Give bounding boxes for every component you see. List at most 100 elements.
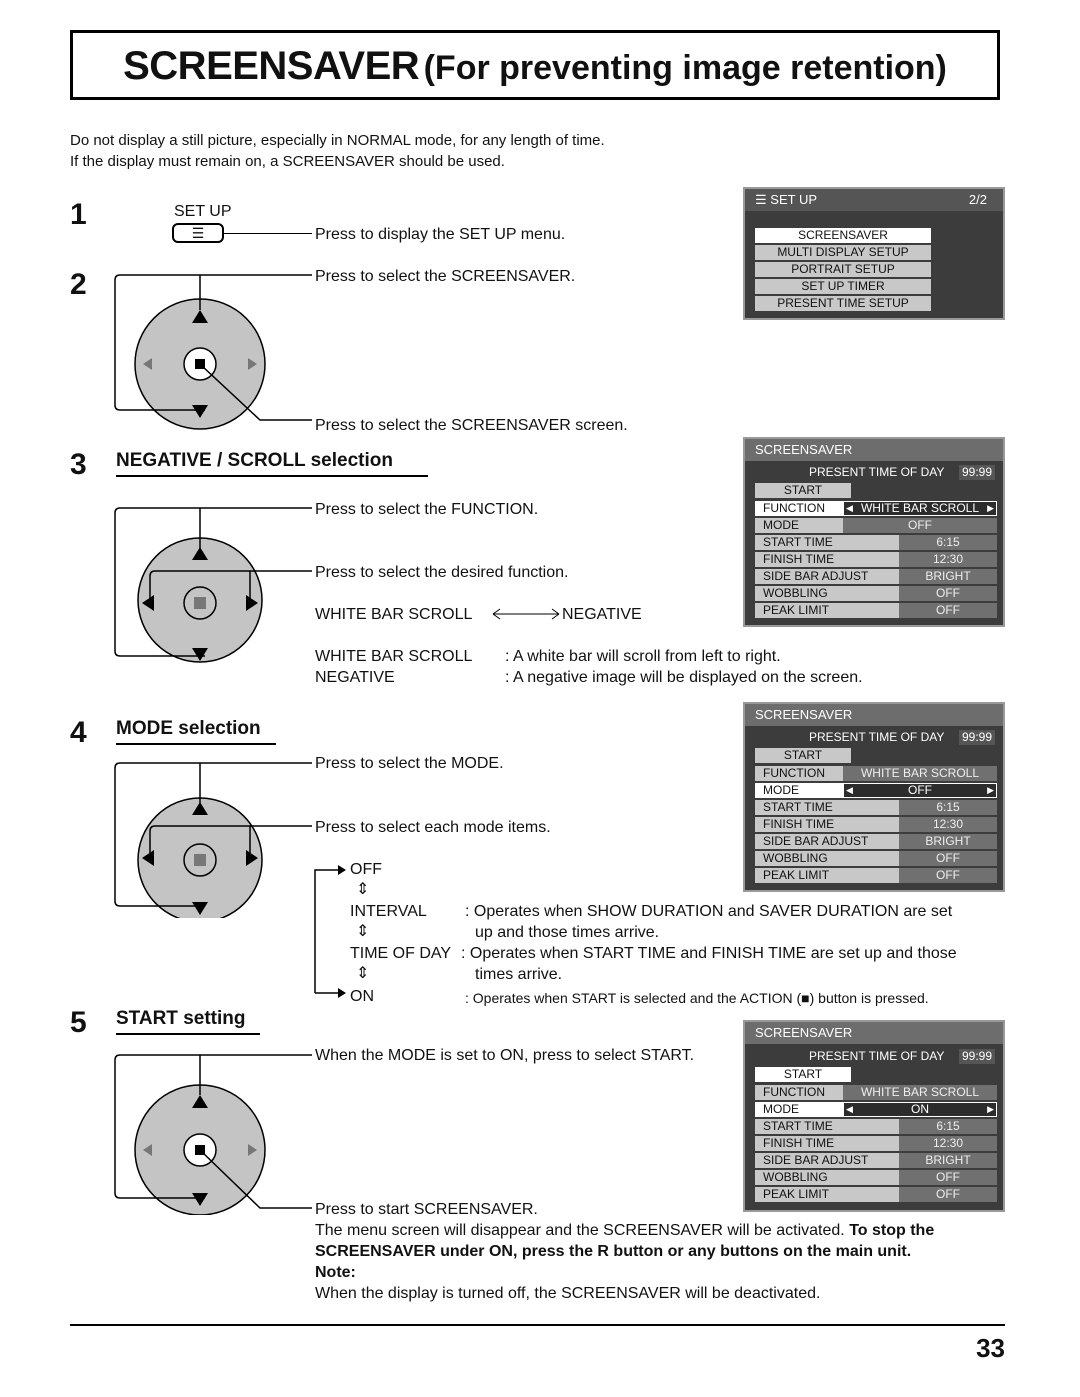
setup-menu-item[interactable]: SET UP TIMER: [755, 279, 931, 294]
row-label[interactable]: PEAK LIMIT: [755, 1187, 899, 1202]
mode-cycle-arrows: [314, 865, 346, 998]
start-button[interactable]: START: [755, 1067, 851, 1082]
row-value[interactable]: 6:15: [899, 535, 997, 550]
mode-value[interactable]: ◀ ON ▶: [843, 1102, 997, 1117]
row-value[interactable]: BRIGHT: [899, 569, 997, 584]
start-button[interactable]: START: [755, 748, 851, 763]
mode-value-text: ON: [911, 1102, 929, 1116]
mode-label[interactable]: MODE: [755, 783, 843, 798]
mode-value-text: OFF: [908, 783, 932, 797]
left-arrow-icon: ◀: [846, 1104, 853, 1114]
def-desc: : A negative image will be displayed on …: [505, 669, 863, 686]
row-label[interactable]: START TIME: [755, 535, 899, 550]
function-label[interactable]: FUNCTION: [755, 766, 843, 781]
mode-option: TIME OF DAY: [350, 945, 452, 962]
toggle-right-label: NEGATIVE: [562, 606, 642, 623]
function-value-text: WHITE BAR SCROLL: [860, 501, 980, 515]
page-number: 33: [976, 1333, 1005, 1363]
row-value[interactable]: BRIGHT: [899, 834, 997, 849]
mode-desc: : Operates when SHOW DURATION and SAVER …: [465, 903, 953, 920]
row-label[interactable]: START TIME: [755, 800, 899, 815]
activated-text: The menu screen will disappear and the S…: [315, 1222, 845, 1239]
remote-dpad-step5: [114, 1054, 312, 1215]
mode-option: INTERVAL: [350, 903, 427, 920]
row-label[interactable]: FINISH TIME: [755, 817, 899, 832]
row-label[interactable]: PEAK LIMIT: [755, 868, 899, 883]
def-desc: : A white bar will scroll from left to r…: [505, 648, 781, 665]
start-button[interactable]: START: [755, 483, 851, 498]
function-label[interactable]: FUNCTION: [755, 501, 843, 516]
row-label[interactable]: PEAK LIMIT: [755, 603, 899, 618]
row-value[interactable]: OFF: [899, 851, 997, 866]
step4-mode-text: Press to select the MODE.: [315, 755, 504, 772]
row-value[interactable]: 6:15: [899, 1119, 997, 1134]
setup-menu-item[interactable]: PORTRAIT SETUP: [755, 262, 931, 277]
footer-rule: [70, 1324, 1005, 1326]
present-time-value: 99:99: [959, 465, 995, 480]
mode-option: ON: [350, 988, 374, 1005]
step2-select-text: Press to select the SCREENSAVER.: [315, 268, 576, 285]
row-label[interactable]: FINISH TIME: [755, 1136, 899, 1151]
mode-label[interactable]: MODE: [755, 518, 843, 533]
stop-instruction-2: SCREENSAVER under ON, press the R button…: [315, 1243, 912, 1260]
row-value[interactable]: OFF: [899, 868, 997, 883]
right-arrow-icon: ▶: [987, 1104, 994, 1114]
row-value[interactable]: OFF: [899, 1170, 997, 1185]
right-arrow-icon: [338, 865, 346, 875]
setup-menu-item[interactable]: SCREENSAVER: [755, 228, 931, 243]
step-number-2: 2: [70, 268, 87, 301]
panel-header: SCREENSAVER: [745, 439, 1003, 461]
function-value[interactable]: ◀ WHITE BAR SCROLL ▶: [843, 501, 997, 516]
row-label[interactable]: FINISH TIME: [755, 552, 899, 567]
row-value[interactable]: 12:30: [899, 552, 997, 567]
row-value[interactable]: 6:15: [899, 800, 997, 815]
intro-line-1: Do not display a still picture, especial…: [70, 132, 605, 149]
setup-menu-item[interactable]: MULTI DISPLAY SETUP: [755, 245, 931, 260]
step5-select-text: When the MODE is set to ON, press to sel…: [315, 1047, 695, 1064]
function-value[interactable]: WHITE BAR SCROLL: [843, 766, 997, 781]
present-time-value: 99:99: [959, 730, 995, 745]
row-label[interactable]: WOBBLING: [755, 1170, 899, 1185]
left-arrow-icon: ◀: [846, 503, 853, 513]
step-number-4: 4: [70, 716, 87, 749]
screensaver-panel-function: SCREENSAVER PRESENT TIME OF DAY 99:99 ST…: [743, 437, 1005, 627]
note-text: When the display is turned off, the SCRE…: [315, 1285, 821, 1302]
row-value[interactable]: 12:30: [899, 817, 997, 832]
row-label[interactable]: SIDE BAR ADJUST: [755, 834, 899, 849]
setup-menu-item[interactable]: PRESENT TIME SETUP: [755, 296, 931, 311]
intro-line-2: If the display must remain on, a SCREENS…: [70, 153, 505, 170]
menu-list-icon: ☰: [191, 225, 205, 241]
function-value[interactable]: WHITE BAR SCROLL: [843, 1085, 997, 1100]
setup-menu-title: SET UP: [770, 192, 817, 207]
action-square-icon: [194, 854, 206, 866]
step5-activated-line: The menu screen will disappear and the S…: [315, 1221, 934, 1241]
double-arrow-icon: [492, 608, 560, 620]
setup-menu-header: ☰ SET UP 2/2: [745, 189, 1003, 211]
mode-label[interactable]: MODE: [755, 1102, 843, 1117]
row-label[interactable]: SIDE BAR ADJUST: [755, 1153, 899, 1168]
row-label[interactable]: START TIME: [755, 1119, 899, 1134]
row-label[interactable]: WOBBLING: [755, 586, 899, 601]
mode-value[interactable]: OFF: [843, 518, 997, 533]
setup-button[interactable]: ☰: [172, 223, 224, 243]
right-arrow-icon: [338, 988, 346, 998]
row-label[interactable]: WOBBLING: [755, 851, 899, 866]
row-value[interactable]: OFF: [899, 586, 997, 601]
row-label[interactable]: SIDE BAR ADJUST: [755, 569, 899, 584]
row-value[interactable]: OFF: [899, 1187, 997, 1202]
row-value[interactable]: 12:30: [899, 1136, 997, 1151]
mode-value[interactable]: ◀ OFF ▶: [843, 783, 997, 798]
remote-dpad-step2: [114, 274, 312, 430]
present-time-label: PRESENT TIME OF DAY: [809, 730, 945, 744]
row-value[interactable]: BRIGHT: [899, 1153, 997, 1168]
action-square-icon: [194, 597, 206, 609]
setup-button-label: SET UP: [174, 203, 232, 220]
step5-start-text: Press to start SCREENSAVER.: [315, 1201, 538, 1218]
step-number-3: 3: [70, 448, 87, 481]
updown-arrow-icon: ⇕: [356, 965, 370, 982]
step-number-5: 5: [70, 1006, 87, 1039]
present-time-label: PRESENT TIME OF DAY: [809, 1049, 945, 1063]
mode-desc-cont: times arrive.: [475, 966, 563, 983]
row-value[interactable]: OFF: [899, 603, 997, 618]
function-label[interactable]: FUNCTION: [755, 1085, 843, 1100]
